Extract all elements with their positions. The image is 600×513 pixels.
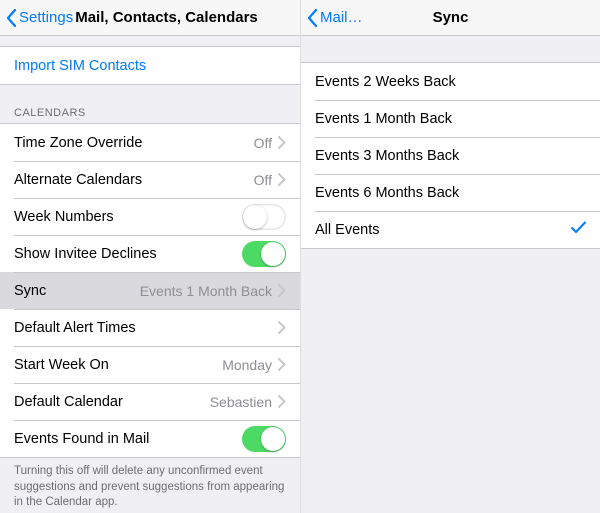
- row-label: Import SIM Contacts: [14, 58, 286, 74]
- sync-options-list: Events 2 Weeks Back Events 1 Month Back …: [301, 62, 600, 249]
- events-found-in-mail-row: Events Found in Mail: [0, 420, 300, 457]
- sync-option-2-weeks[interactable]: Events 2 Weeks Back: [301, 63, 600, 100]
- settings-panel: Settings Mail, Contacts, Calendars Impor…: [0, 0, 300, 513]
- import-list: Import SIM Contacts: [0, 46, 300, 85]
- row-label: Events Found in Mail: [14, 431, 242, 447]
- row-label: Events 3 Months Back: [315, 148, 586, 164]
- page-title: Mail, Contacts, Calendars: [75, 9, 258, 26]
- row-label: Default Calendar: [14, 394, 210, 410]
- left-content: Import SIM Contacts CALENDARS Time Zone …: [0, 36, 300, 513]
- row-value: Sebastien: [210, 394, 272, 410]
- show-invitee-declines-row: Show Invitee Declines: [0, 235, 300, 272]
- chevron-left-icon: [6, 9, 17, 27]
- week-numbers-toggle[interactable]: [242, 204, 286, 230]
- checkmark-icon: [571, 221, 586, 238]
- chevron-right-icon: [278, 358, 286, 371]
- sync-option-6-months[interactable]: Events 6 Months Back: [301, 174, 600, 211]
- chevron-right-icon: [278, 395, 286, 408]
- calendars-header: CALENDARS: [0, 103, 300, 123]
- row-label: Show Invitee Declines: [14, 246, 242, 262]
- row-label: Sync: [14, 283, 140, 299]
- week-numbers-row: Week Numbers: [0, 198, 300, 235]
- alternate-calendars-row[interactable]: Alternate Calendars Off: [0, 161, 300, 198]
- row-label: Start Week On: [14, 357, 222, 373]
- navbar-left: Settings Mail, Contacts, Calendars: [0, 0, 300, 36]
- row-label: Alternate Calendars: [14, 172, 254, 188]
- back-button[interactable]: Mail…: [307, 9, 363, 27]
- start-week-on-row[interactable]: Start Week On Monday: [0, 346, 300, 383]
- row-value: Off: [254, 135, 272, 151]
- import-sim-contacts[interactable]: Import SIM Contacts: [0, 47, 300, 84]
- row-label: Events 6 Months Back: [315, 185, 586, 201]
- navbar-right: Mail… Sync: [301, 0, 600, 36]
- row-label: All Events: [315, 222, 571, 238]
- chevron-right-icon: [278, 173, 286, 186]
- sync-option-3-months[interactable]: Events 3 Months Back: [301, 137, 600, 174]
- right-content: Events 2 Weeks Back Events 1 Month Back …: [301, 36, 600, 513]
- row-label: Time Zone Override: [14, 135, 254, 151]
- back-button[interactable]: Settings: [6, 9, 73, 27]
- row-label: Events 1 Month Back: [315, 111, 586, 127]
- chevron-right-icon: [278, 284, 286, 297]
- footer-text: Turning this off will delete any unconfi…: [0, 458, 300, 513]
- row-value: Off: [254, 172, 272, 188]
- back-label: Mail…: [320, 9, 363, 26]
- chevron-left-icon: [307, 9, 318, 27]
- default-alert-times-row[interactable]: Default Alert Times: [0, 309, 300, 346]
- sync-row[interactable]: Sync Events 1 Month Back: [0, 272, 300, 309]
- invitee-declines-toggle[interactable]: [242, 241, 286, 267]
- chevron-right-icon: [278, 136, 286, 149]
- chevron-right-icon: [278, 321, 286, 334]
- row-value: Monday: [222, 357, 272, 373]
- sync-panel: Mail… Sync Events 2 Weeks Back Events 1 …: [300, 0, 600, 513]
- sync-option-all-events[interactable]: All Events: [301, 211, 600, 248]
- row-value: Events 1 Month Back: [140, 283, 272, 299]
- time-zone-override-row[interactable]: Time Zone Override Off: [0, 124, 300, 161]
- default-calendar-row[interactable]: Default Calendar Sebastien: [0, 383, 300, 420]
- row-label: Events 2 Weeks Back: [315, 74, 586, 90]
- calendars-list: Time Zone Override Off Alternate Calenda…: [0, 123, 300, 458]
- sync-option-1-month[interactable]: Events 1 Month Back: [301, 100, 600, 137]
- row-label: Default Alert Times: [14, 320, 278, 336]
- back-label: Settings: [19, 9, 73, 26]
- row-label: Week Numbers: [14, 209, 242, 225]
- events-found-toggle[interactable]: [242, 426, 286, 452]
